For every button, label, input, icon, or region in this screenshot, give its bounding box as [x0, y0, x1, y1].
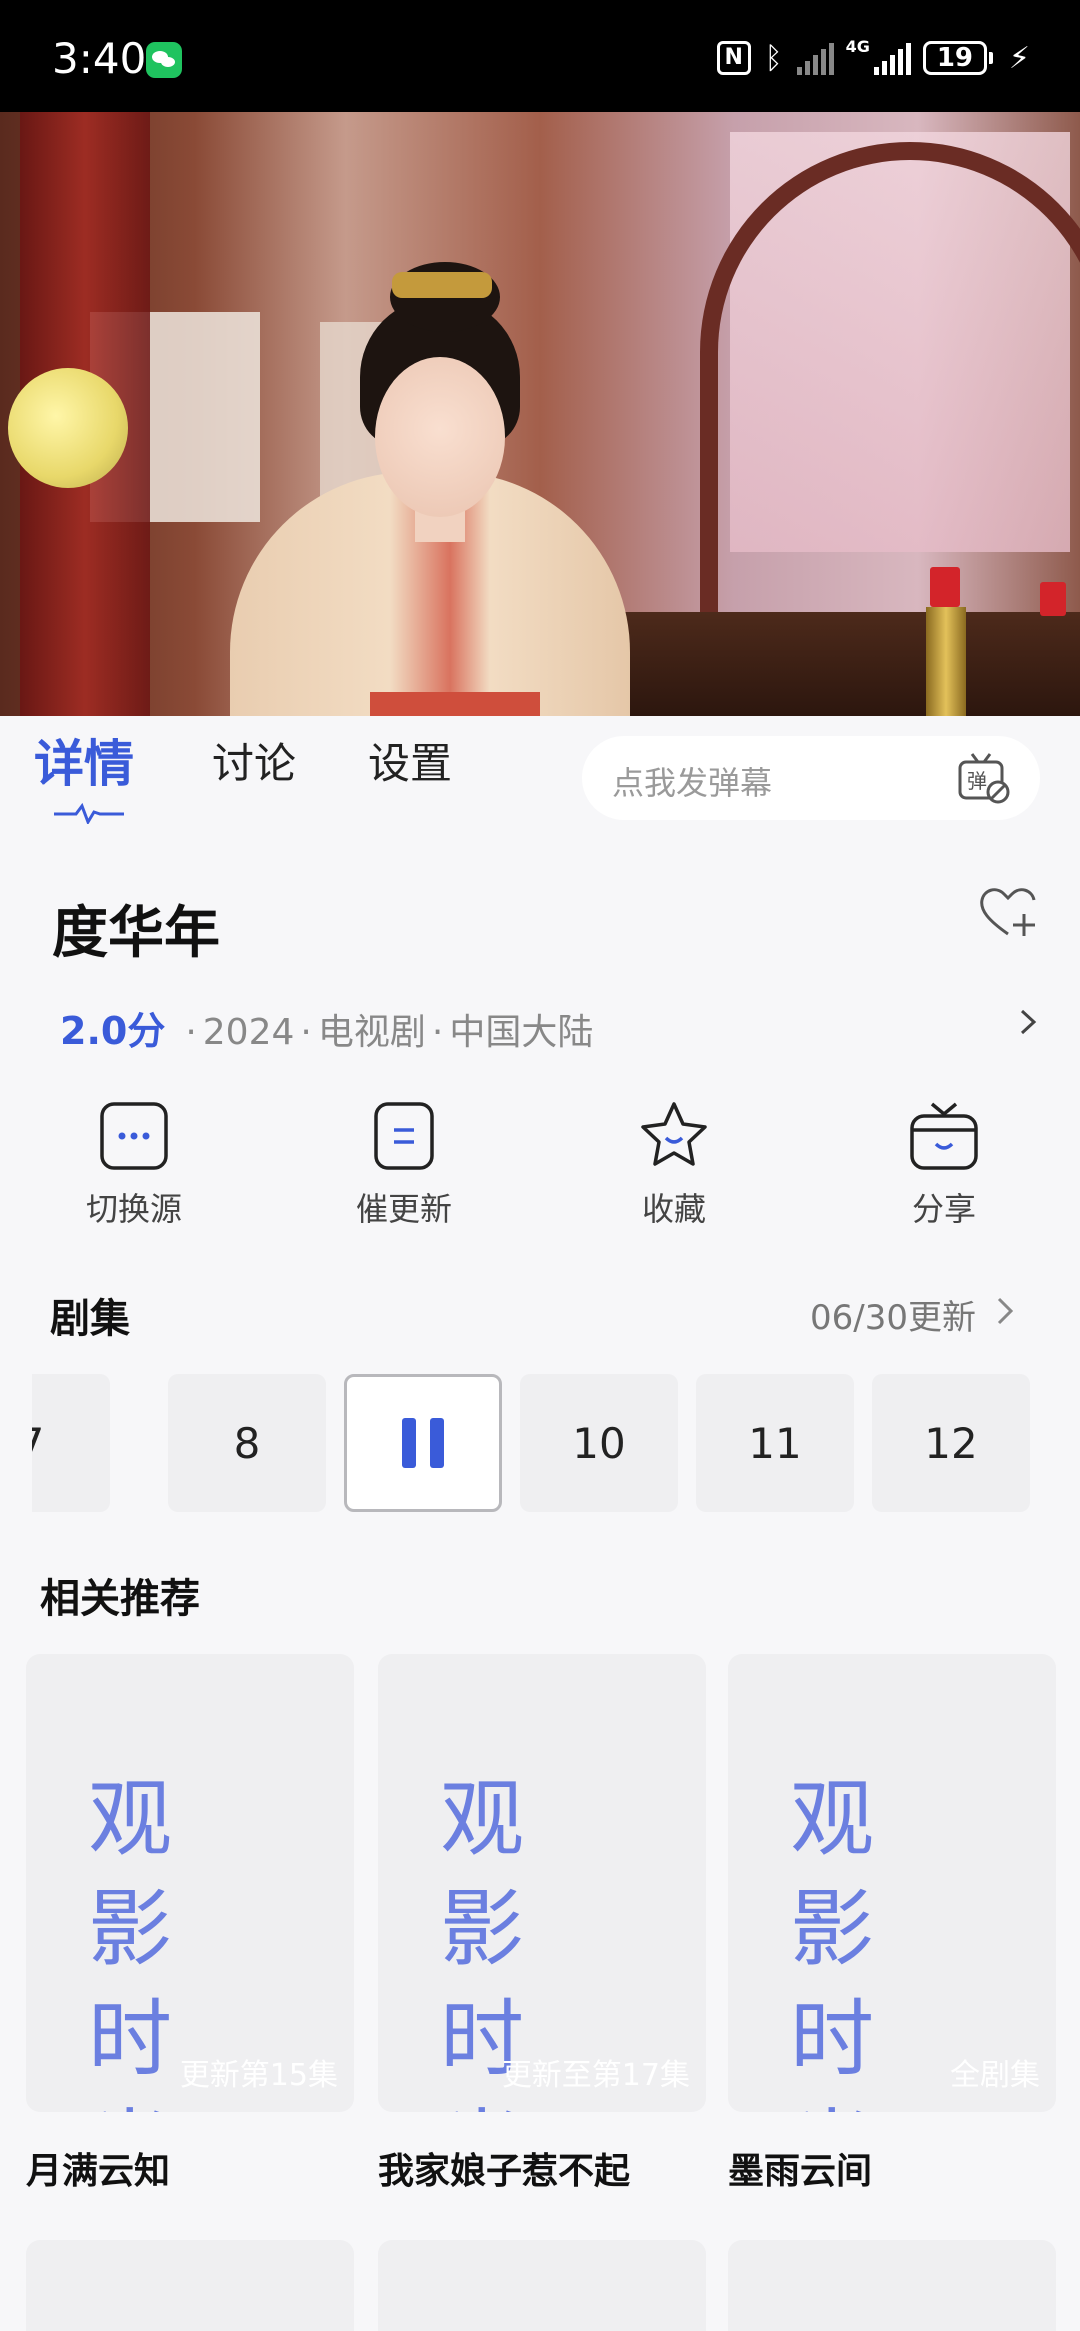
heart-add-icon[interactable] [978, 884, 1040, 940]
urge-update-label: 催更新 [355, 1190, 452, 1228]
tab-discussion[interactable]: 讨论 [212, 730, 296, 791]
episode-list[interactable]: 7 8 10 11 12 [32, 1374, 1080, 1514]
danmu-input[interactable]: 点我发弹幕 弹 [582, 736, 1040, 820]
recommend-name[interactable]: 我家娘子惹不起 [378, 2142, 630, 2194]
danmu-toggle-icon[interactable]: 弹 [956, 750, 1012, 806]
recommend-card[interactable] [728, 2240, 1056, 2331]
danmu-icon-label: 弹 [967, 769, 987, 793]
share-button[interactable]: 分享 [844, 1100, 1044, 1230]
episode-item[interactable]: 10 [520, 1374, 678, 1512]
switch-source-icon [100, 1102, 168, 1170]
pause-icon [402, 1418, 444, 1468]
recommend-card[interactable]: 观影时光 更新第15集 [26, 1654, 354, 2112]
status-bar: 3:40 N ᛒ 4G 19 ⚡ [0, 0, 1080, 112]
episode-item[interactable]: 7 [32, 1374, 110, 1512]
tab-bar: 详情 讨论 设置 点我发弹幕 弹 [0, 716, 1080, 836]
recommend-status: 全剧集 [950, 2058, 1040, 2093]
recommend-card[interactable]: 观影时光 更新至第17集 [378, 1654, 706, 2112]
charging-icon: ⚡ [1008, 40, 1030, 76]
episodes-update-text[interactable]: 06/30更新 [810, 1290, 976, 1339]
switch-source-button[interactable]: 切换源 [34, 1100, 234, 1230]
battery-level: 19 [922, 41, 987, 75]
urge-update-icon [374, 1102, 434, 1170]
bluetooth-icon: ᛒ [764, 40, 783, 76]
recommend-card[interactable] [378, 2240, 706, 2331]
recommend-name[interactable]: 墨雨云间 [728, 2142, 872, 2194]
wechat-notification-icon [146, 42, 182, 78]
urge-update-button[interactable]: 催更新 [304, 1100, 504, 1230]
category: 电视剧 [317, 1012, 426, 1053]
episode-item[interactable]: 8 [168, 1374, 326, 1512]
episodes-title: 剧集 [50, 1296, 130, 1342]
episode-item[interactable]: 12 [872, 1374, 1030, 1512]
recommend-status: 更新第15集 [179, 2058, 338, 2093]
episode-item-playing[interactable] [344, 1374, 502, 1512]
star-icon [641, 1102, 707, 1166]
score: 2.0分 [60, 1009, 166, 1053]
share-icon [910, 1102, 978, 1170]
favorite-button[interactable]: 收藏 [574, 1100, 774, 1230]
signal-icon-sim1 [873, 41, 911, 75]
recommend-name[interactable]: 月满云知 [26, 2142, 170, 2194]
battery-icon: 19 [922, 41, 993, 75]
danmu-placeholder: 点我发弹幕 [612, 764, 773, 802]
recommend-card[interactable]: 观影时光 全剧集 [728, 1654, 1056, 2112]
tab-details[interactable]: 详情 [34, 724, 134, 796]
tab-active-indicator [54, 802, 124, 824]
show-meta[interactable]: 2.0分 · 2024 · 电视剧 · 中国大陆 [60, 1000, 593, 1055]
share-label: 分享 [911, 1190, 976, 1228]
favorite-label: 收藏 [641, 1190, 706, 1228]
show-title: 度华年 [52, 901, 220, 966]
chevron-right-icon[interactable] [994, 1294, 1016, 1328]
network-type-label: 4G [845, 36, 870, 56]
tab-settings[interactable]: 设置 [368, 730, 452, 791]
recommend-card[interactable] [26, 2240, 354, 2331]
recommend-status: 更新至第17集 [501, 2058, 690, 2093]
signal-icon-sim2 [796, 41, 834, 75]
year: 2024 [202, 1012, 295, 1053]
episode-item[interactable]: 11 [696, 1374, 854, 1512]
region: 中国大陆 [449, 1012, 594, 1053]
status-time: 3:40 [52, 34, 147, 83]
recommend-title: 相关推荐 [40, 1576, 200, 1622]
nfc-icon: N [716, 41, 751, 75]
video-player[interactable] [0, 112, 1080, 716]
chevron-right-icon[interactable] [1016, 1008, 1040, 1036]
status-icons: N ᛒ 4G 19 ⚡ [716, 36, 1030, 80]
switch-source-label: 切换源 [85, 1190, 182, 1228]
